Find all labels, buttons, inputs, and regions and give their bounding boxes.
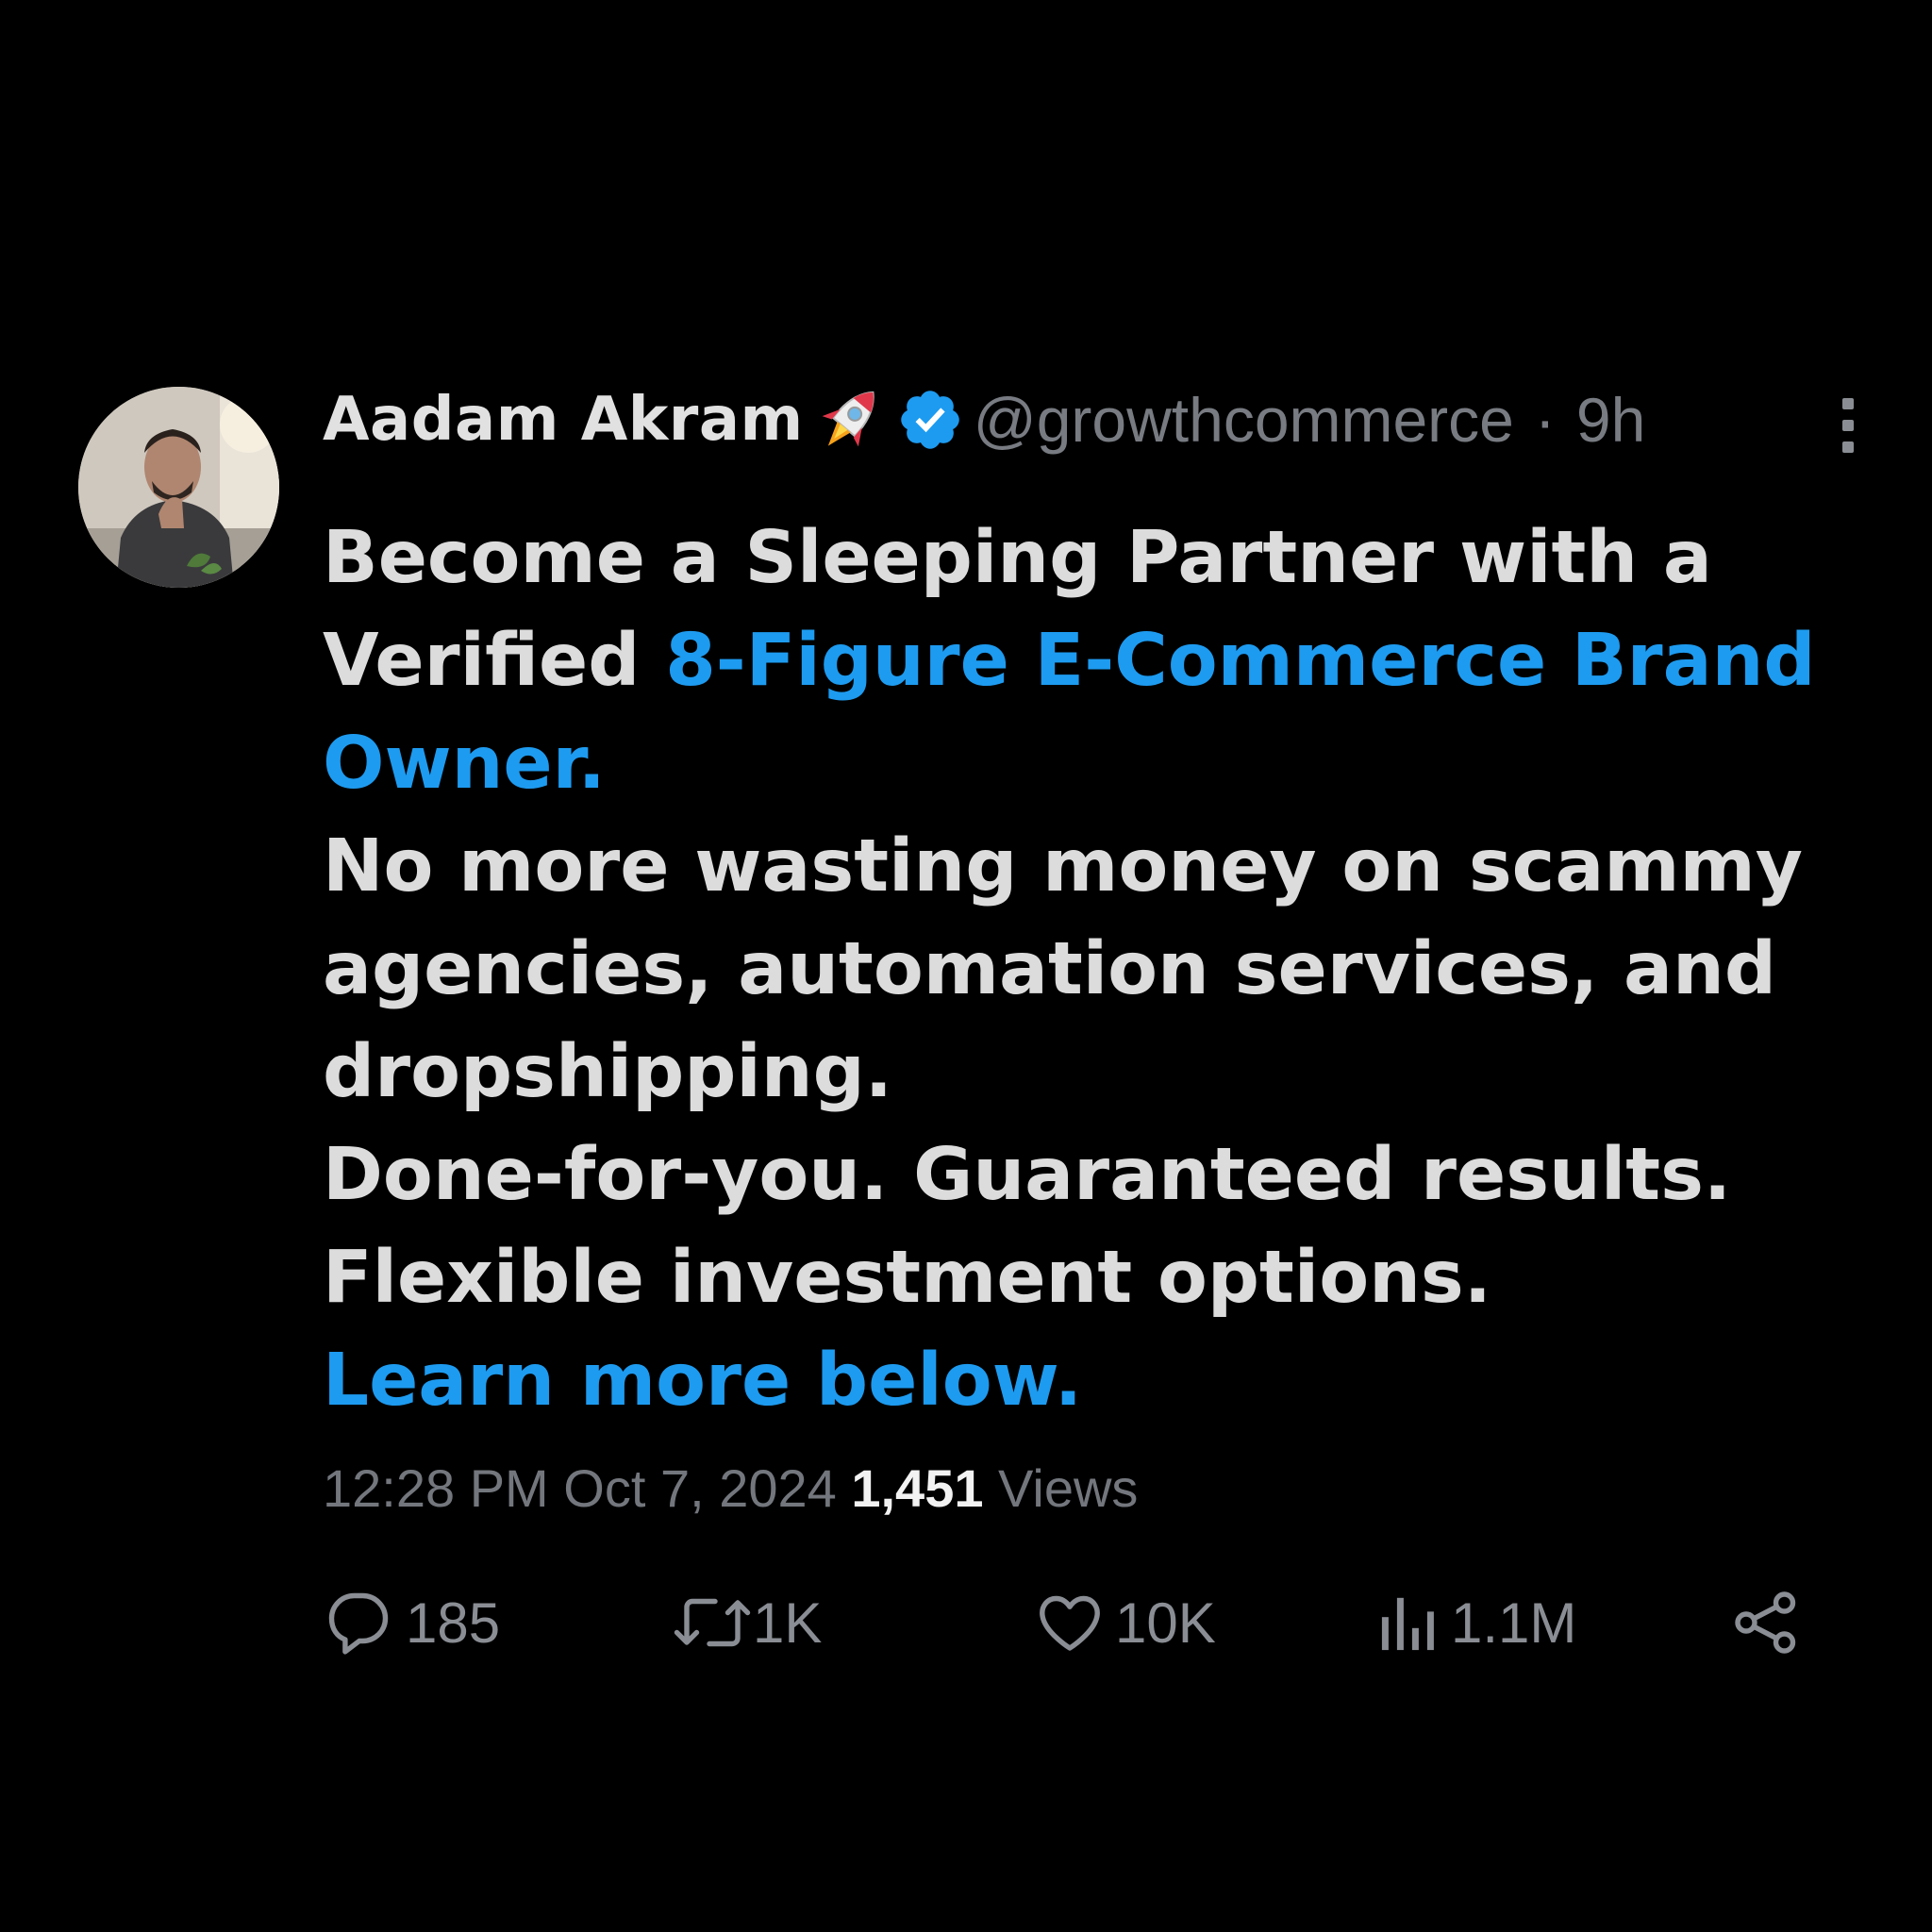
- separator-dot: ·: [1534, 385, 1556, 455]
- learn-more-link[interactable]: Learn more below.: [323, 1329, 1870, 1432]
- body-line: agencies, automation services, and: [323, 927, 1776, 1011]
- more-options-icon[interactable]: [1838, 396, 1860, 455]
- author-handle[interactable]: @growthcommerce: [974, 384, 1514, 456]
- post-date[interactable]: Oct 7, 2024: [563, 1458, 837, 1518]
- reply-icon: [328, 1592, 389, 1655]
- post-time-ago[interactable]: 9h: [1576, 384, 1645, 456]
- repost-button[interactable]: 1K: [672, 1585, 822, 1660]
- share-button[interactable]: [1732, 1585, 1800, 1660]
- post-time[interactable]: 12:28 PM: [323, 1458, 549, 1518]
- reply-button[interactable]: 185: [323, 1585, 500, 1660]
- author-name[interactable]: Aadam Akram: [323, 385, 804, 455]
- body-line: Become a Sleeping Partner with a: [323, 516, 1712, 600]
- views-button[interactable]: 1.1M: [1379, 1585, 1576, 1660]
- action-bar: 185 1K 10K 1.1M: [0, 1585, 1932, 1660]
- tweet-meta: 12:28 PM Oct 7, 2024 1,451 Views: [323, 1457, 1138, 1519]
- body-line: Done-for-you. Guaranteed results.: [323, 1133, 1732, 1217]
- repost-count: 1K: [753, 1591, 823, 1655]
- rocket-icon: [817, 380, 883, 459]
- repost-icon: [674, 1598, 751, 1647]
- body-line: No more wasting money on scammy: [323, 824, 1803, 908]
- body-line: Verified 8-Figure E-Commerce Brand: [323, 609, 1870, 712]
- share-icon: [1735, 1591, 1796, 1654]
- reply-count: 185: [406, 1591, 501, 1655]
- verified-badge-icon[interactable]: [896, 386, 964, 454]
- views-count: 1,451: [851, 1458, 984, 1518]
- like-button[interactable]: 10K: [1036, 1585, 1216, 1660]
- views-label: Views: [998, 1458, 1139, 1518]
- avatar[interactable]: [78, 387, 279, 588]
- heart-icon: [1040, 1595, 1100, 1651]
- body-line: Flexible investment options.: [323, 1236, 1491, 1320]
- brand-owner-link-continued[interactable]: Owner.: [323, 712, 1870, 815]
- tweet-header: Aadam Akram @growthcommerce · 9h: [323, 377, 1645, 462]
- analytics-icon: [1381, 1597, 1434, 1651]
- tweet-body: Become a Sleeping Partner with a Verifie…: [323, 507, 1870, 1432]
- like-count: 10K: [1115, 1591, 1216, 1655]
- avatar-photo: [78, 387, 279, 588]
- brand-owner-link[interactable]: 8-Figure E-Commerce Brand: [665, 619, 1815, 703]
- body-line: dropshipping.: [323, 1030, 892, 1114]
- tweet-card: Aadam Akram @growthcommerce · 9h Become …: [0, 0, 1932, 1932]
- view-count: 1.1M: [1451, 1591, 1577, 1655]
- body-text-segment: Verified: [323, 619, 666, 703]
